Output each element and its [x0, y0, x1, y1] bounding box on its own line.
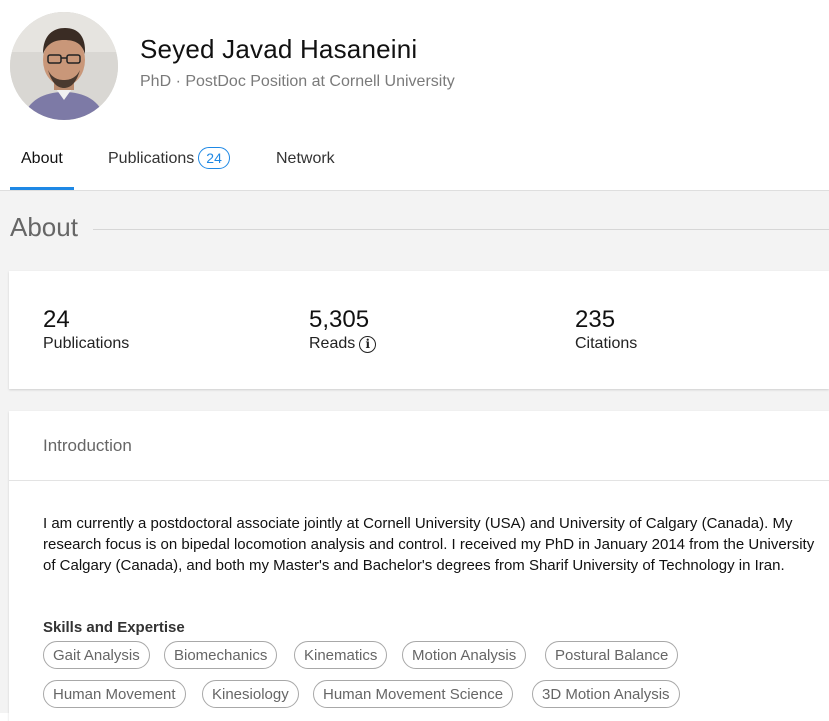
- stat-reads[interactable]: 5,305 Reads i: [309, 306, 377, 353]
- main-content: About 24 Publications 5,305 Reads i 235 …: [0, 190, 829, 721]
- skill-tag[interactable]: Motion Analysis: [402, 641, 527, 669]
- skill-tag[interactable]: Gait Analysis: [43, 641, 150, 669]
- profile-header: Seyed Javad Hasaneini PhD · PostDoc Posi…: [0, 0, 829, 190]
- profile-tabs: About Publications 24 Network: [0, 130, 829, 190]
- skills-heading: Skills and Expertise: [43, 619, 185, 636]
- introduction-heading: Introduction: [43, 436, 132, 455]
- stat-label: Publications: [43, 335, 129, 353]
- tab-network[interactable]: Network: [276, 130, 335, 188]
- stats-card: 24 Publications 5,305 Reads i 235 Citati…: [9, 271, 829, 389]
- introduction-divider: [9, 480, 829, 481]
- avatar[interactable]: [10, 12, 118, 120]
- introduction-card: Introduction I am currently a postdoctor…: [9, 411, 829, 721]
- stat-value: 5,305: [309, 306, 370, 333]
- stat-label: Citations: [575, 335, 637, 353]
- stat-label: Reads i: [309, 335, 377, 353]
- stat-publications[interactable]: 24 Publications: [43, 307, 129, 353]
- skill-tag[interactable]: Kinematics: [294, 641, 388, 669]
- section-divider: [93, 229, 829, 230]
- stat-label-text: Publications: [43, 335, 130, 352]
- tab-publications[interactable]: Publications 24: [108, 130, 230, 188]
- tab-about[interactable]: About: [21, 130, 63, 188]
- tab-label: About: [21, 150, 63, 167]
- skill-tag[interactable]: 3D Motion Analysis: [532, 680, 680, 708]
- stat-citations[interactable]: 235 Citations: [575, 307, 637, 353]
- section-title: About: [10, 212, 78, 242]
- skill-tag[interactable]: Postural Balance: [545, 641, 679, 669]
- profile-subtitle: PhD · PostDoc Position at Cornell Univer…: [140, 73, 455, 90]
- stat-value: 24: [43, 306, 70, 333]
- stat-label-text: Reads: [309, 335, 356, 352]
- skill-tag[interactable]: Human Movement Science: [313, 680, 514, 708]
- info-icon[interactable]: i: [359, 335, 377, 353]
- skill-tag[interactable]: Biomechanics: [164, 641, 278, 669]
- stat-value: 235: [575, 306, 616, 333]
- tab-label: Network: [276, 150, 335, 167]
- publications-count-badge: 24: [198, 147, 230, 169]
- introduction-text: I am currently a postdoctoral associate …: [43, 515, 815, 574]
- avatar-photo: [10, 12, 118, 120]
- profile-name: Seyed Javad Hasaneini: [140, 34, 418, 64]
- skill-tag[interactable]: Human Movement: [43, 680, 186, 708]
- stat-label-text: Citations: [575, 335, 638, 352]
- skill-tag[interactable]: Kinesiology: [202, 680, 299, 708]
- tab-label: Publications: [108, 150, 195, 167]
